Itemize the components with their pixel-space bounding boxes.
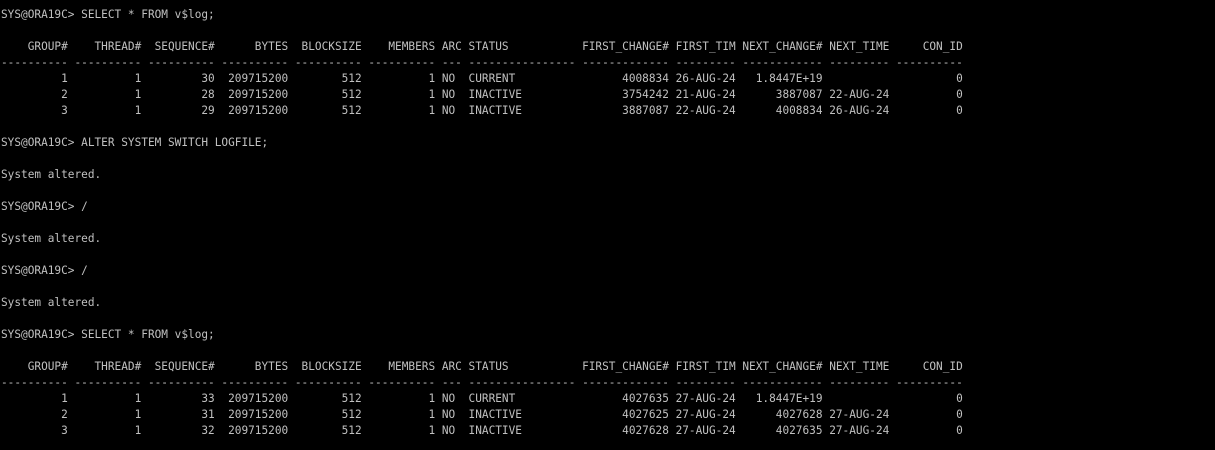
output-line: System altered. xyxy=(1,296,102,309)
table-row: 1 1 30 209715200 512 1 NO CURRENT 400883… xyxy=(1,72,963,85)
output-line: System altered. xyxy=(1,168,102,181)
table-header: GROUP# THREAD# SEQUENCE# BYTES BLOCKSIZE… xyxy=(1,360,963,373)
table-divider: ---------- ---------- ---------- -------… xyxy=(1,56,963,69)
table-row: 3 1 32 209715200 512 1 NO INACTIVE 40276… xyxy=(1,424,963,437)
table-row: 3 1 29 209715200 512 1 NO INACTIVE 38870… xyxy=(1,104,963,117)
table-row: 1 1 33 209715200 512 1 NO CURRENT 402763… xyxy=(1,392,963,405)
table-header: GROUP# THREAD# SEQUENCE# BYTES BLOCKSIZE… xyxy=(1,40,963,53)
output-line: System altered. xyxy=(1,232,102,245)
table-divider: ---------- ---------- ---------- -------… xyxy=(1,376,963,389)
prompt-line: SYS@ORA19C> SELECT * FROM v$log; xyxy=(1,8,215,21)
table-row: 2 1 28 209715200 512 1 NO INACTIVE 37542… xyxy=(1,88,963,101)
prompt-line: SYS@ORA19C> / xyxy=(1,200,88,213)
table-row: 2 1 31 209715200 512 1 NO INACTIVE 40276… xyxy=(1,408,963,421)
terminal-window[interactable]: SYS@ORA19C> SELECT * FROM v$log; GROUP# … xyxy=(0,0,1215,450)
prompt-line: SYS@ORA19C> ALTER SYSTEM SWITCH LOGFILE; xyxy=(1,136,269,149)
prompt-line: SYS@ORA19C> / xyxy=(1,264,88,277)
prompt-line: SYS@ORA19C> SELECT * FROM v$log; xyxy=(1,328,215,341)
